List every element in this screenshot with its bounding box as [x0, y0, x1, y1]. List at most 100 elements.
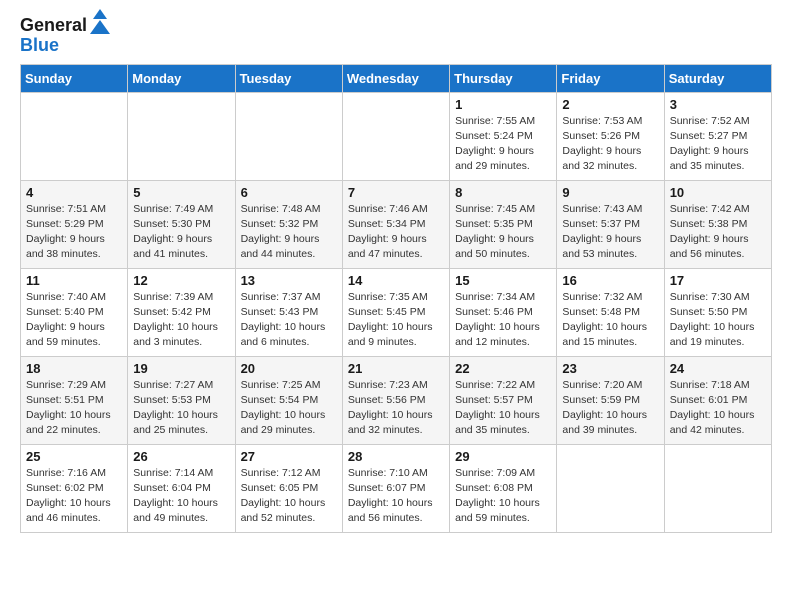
day-number: 24	[670, 361, 766, 376]
sunrise-info: Sunrise: 7:52 AM	[670, 114, 766, 129]
daylight-info: Daylight: 10 hours	[562, 320, 658, 335]
sunrise-info: Sunrise: 7:12 AM	[241, 466, 337, 481]
day-info: Sunrise: 7:29 AMSunset: 5:51 PMDaylight:…	[26, 378, 122, 439]
sunrise-info: Sunrise: 7:25 AM	[241, 378, 337, 393]
daylight-info: Daylight: 10 hours	[133, 408, 229, 423]
sunrise-info: Sunrise: 7:37 AM	[241, 290, 337, 305]
calendar-cell	[664, 444, 771, 532]
daylight-info: Daylight: 10 hours	[241, 408, 337, 423]
calendar-cell: 9 Sunrise: 7:43 AMSunset: 5:37 PMDaylight…	[557, 180, 664, 268]
sunrise-info: Sunrise: 7:20 AM	[562, 378, 658, 393]
day-info: Sunrise: 7:14 AMSunset: 6:04 PMDaylight:…	[133, 466, 229, 527]
sunset-info: Sunset: 5:42 PM	[133, 305, 229, 320]
daylight-info: Daylight: 10 hours	[670, 320, 766, 335]
daylight-info: Daylight: 9 hours	[133, 232, 229, 247]
daylight-info: and 32 minutes.	[348, 423, 444, 438]
calendar-cell: 18 Sunrise: 7:29 AMSunset: 5:51 PMDayligh…	[21, 356, 128, 444]
day-number: 3	[670, 97, 766, 112]
day-number: 5	[133, 185, 229, 200]
day-info: Sunrise: 7:27 AMSunset: 5:53 PMDaylight:…	[133, 378, 229, 439]
sunrise-info: Sunrise: 7:29 AM	[26, 378, 122, 393]
daylight-info: Daylight: 10 hours	[455, 408, 551, 423]
day-number: 7	[348, 185, 444, 200]
logo-text-blue: Blue	[20, 36, 59, 56]
day-info: Sunrise: 7:51 AMSunset: 5:29 PMDaylight:…	[26, 202, 122, 263]
daylight-info: and 12 minutes.	[455, 335, 551, 350]
daylight-info: and 41 minutes.	[133, 247, 229, 262]
page-header: General Blue	[20, 16, 772, 56]
daylight-info: and 15 minutes.	[562, 335, 658, 350]
daylight-info: and 59 minutes.	[26, 335, 122, 350]
day-info: Sunrise: 7:45 AMSunset: 5:35 PMDaylight:…	[455, 202, 551, 263]
day-number: 20	[241, 361, 337, 376]
calendar-cell: 16Sunrise: 7:32 AMSunset: 5:48 PMDayligh…	[557, 268, 664, 356]
daylight-info: Daylight: 9 hours	[562, 232, 658, 247]
calendar-cell: 2Sunrise: 7:53 AMSunset: 5:26 PMDaylight…	[557, 92, 664, 180]
day-info: Sunrise: 7:48 AMSunset: 5:32 PMDaylight:…	[241, 202, 337, 263]
sunset-info: Sunset: 6:04 PM	[133, 481, 229, 496]
calendar-week-1: 1Sunrise: 7:55 AMSunset: 5:24 PMDaylight…	[21, 92, 772, 180]
daylight-info: Daylight: 10 hours	[562, 408, 658, 423]
daylight-info: Daylight: 10 hours	[241, 496, 337, 511]
calendar-cell: 15Sunrise: 7:34 AMSunset: 5:46 PMDayligh…	[450, 268, 557, 356]
weekday-header-tuesday: Tuesday	[235, 64, 342, 92]
day-number: 9	[562, 185, 658, 200]
day-number: 13	[241, 273, 337, 288]
calendar-cell: 29Sunrise: 7:09 AMSunset: 6:08 PMDayligh…	[450, 444, 557, 532]
day-info: Sunrise: 7:25 AMSunset: 5:54 PMDaylight:…	[241, 378, 337, 439]
calendar-week-2: 4Sunrise: 7:51 AMSunset: 5:29 PMDaylight…	[21, 180, 772, 268]
daylight-info: and 6 minutes.	[241, 335, 337, 350]
calendar-cell: 1Sunrise: 7:55 AMSunset: 5:24 PMDaylight…	[450, 92, 557, 180]
day-number: 14	[348, 273, 444, 288]
day-number: 25	[26, 449, 122, 464]
sunrise-info: Sunrise: 7:55 AM	[455, 114, 551, 129]
sunset-info: Sunset: 6:07 PM	[348, 481, 444, 496]
sunset-info: Sunset: 6:05 PM	[241, 481, 337, 496]
weekday-header-monday: Monday	[128, 64, 235, 92]
daylight-info: Daylight: 9 hours	[670, 232, 766, 247]
sunrise-info: Sunrise: 7:51 AM	[26, 202, 122, 217]
daylight-info: Daylight: 9 hours	[455, 232, 551, 247]
calendar-cell: 26Sunrise: 7:14 AMSunset: 6:04 PMDayligh…	[128, 444, 235, 532]
sunrise-info: Sunrise: 7:45 AM	[455, 202, 551, 217]
day-number: 22	[455, 361, 551, 376]
calendar-cell: 13Sunrise: 7:37 AMSunset: 5:43 PMDayligh…	[235, 268, 342, 356]
calendar-week-4: 18 Sunrise: 7:29 AMSunset: 5:51 PMDayligh…	[21, 356, 772, 444]
day-info: Sunrise: 7:22 AMSunset: 5:57 PMDaylight:…	[455, 378, 551, 439]
weekday-header-thursday: Thursday	[450, 64, 557, 92]
daylight-info: Daylight: 10 hours	[348, 408, 444, 423]
daylight-info: Daylight: 10 hours	[455, 496, 551, 511]
calendar-cell: 5Sunrise: 7:49 AMSunset: 5:30 PMDaylight…	[128, 180, 235, 268]
daylight-info: and 29 minutes.	[455, 159, 551, 174]
sunset-info: Sunset: 5:29 PM	[26, 217, 122, 232]
day-info: Sunrise: 7:35 AMSunset: 5:45 PMDaylight:…	[348, 290, 444, 351]
sunrise-info: Sunrise: 7:09 AM	[455, 466, 551, 481]
calendar-cell: 6 Sunrise: 7:48 AMSunset: 5:32 PMDaylight…	[235, 180, 342, 268]
sunset-info: Sunset: 5:34 PM	[348, 217, 444, 232]
day-number: 18	[26, 361, 122, 376]
sunset-info: Sunset: 5:26 PM	[562, 129, 658, 144]
daylight-info: and 9 minutes.	[348, 335, 444, 350]
calendar-cell: 24Sunrise: 7:18 AMSunset: 6:01 PMDayligh…	[664, 356, 771, 444]
calendar-cell	[128, 92, 235, 180]
sunset-info: Sunset: 5:53 PM	[133, 393, 229, 408]
sunrise-info: Sunrise: 7:40 AM	[26, 290, 122, 305]
calendar-cell: 17Sunrise: 7:30 AMSunset: 5:50 PMDayligh…	[664, 268, 771, 356]
weekday-header-wednesday: Wednesday	[342, 64, 449, 92]
sunrise-info: Sunrise: 7:39 AM	[133, 290, 229, 305]
calendar-cell	[235, 92, 342, 180]
day-info: Sunrise: 7:39 AMSunset: 5:42 PMDaylight:…	[133, 290, 229, 351]
day-info: Sunrise: 7:43 AMSunset: 5:37 PMDaylight:…	[562, 202, 658, 263]
sunset-info: Sunset: 5:56 PM	[348, 393, 444, 408]
day-number: 2	[562, 97, 658, 112]
calendar-cell: 8Sunrise: 7:45 AMSunset: 5:35 PMDaylight…	[450, 180, 557, 268]
calendar-cell: 3Sunrise: 7:52 AMSunset: 5:27 PMDaylight…	[664, 92, 771, 180]
sunset-info: Sunset: 5:37 PM	[562, 217, 658, 232]
daylight-info: and 39 minutes.	[562, 423, 658, 438]
calendar-cell	[21, 92, 128, 180]
daylight-info: Daylight: 9 hours	[670, 144, 766, 159]
day-number: 12	[133, 273, 229, 288]
day-number: 6	[241, 185, 337, 200]
sunset-info: Sunset: 5:38 PM	[670, 217, 766, 232]
daylight-info: and 3 minutes.	[133, 335, 229, 350]
